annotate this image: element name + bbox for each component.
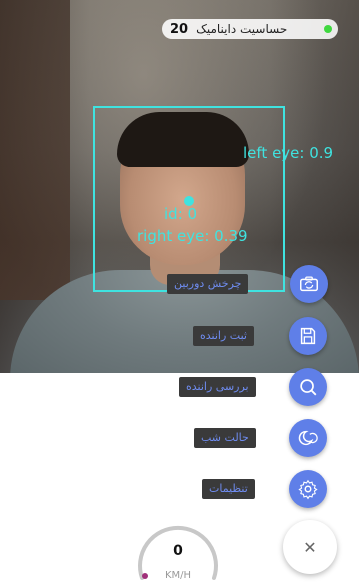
night-mode-icon xyxy=(298,430,318,446)
search-icon xyxy=(300,379,317,396)
sensitivity-label: حساسیت داینامیک xyxy=(196,22,288,36)
close-icon: ✕ xyxy=(303,537,317,557)
sensitivity-badge[interactable]: 20 حساسیت داینامیک xyxy=(162,19,338,39)
register-driver-label[interactable]: ثبت راننده xyxy=(193,326,254,346)
left-eye-label: left eye: 0.9 xyxy=(243,144,334,162)
rotate-camera-button[interactable] xyxy=(290,265,328,303)
face-id-label: id: 0 xyxy=(164,205,198,223)
speed-value: 0 xyxy=(173,543,183,559)
close-menu-button[interactable]: ✕ xyxy=(283,520,337,574)
night-mode-label[interactable]: حالت شب xyxy=(194,428,256,448)
save-icon xyxy=(300,327,316,345)
night-mode-button[interactable] xyxy=(289,419,327,457)
check-driver-button[interactable] xyxy=(289,368,327,406)
camera-rotate-icon xyxy=(300,276,318,292)
right-eye-label: right eye: 0.39 xyxy=(137,227,248,245)
speed-unit: KM/H xyxy=(164,570,192,581)
settings-label[interactable]: تنظیمات xyxy=(202,479,255,499)
camera-background-door xyxy=(0,0,70,300)
status-indicator-icon xyxy=(324,25,332,33)
settings-button[interactable] xyxy=(289,470,327,508)
sensitivity-value: 20 xyxy=(170,21,189,37)
check-driver-label[interactable]: بررسی راننده xyxy=(179,377,256,397)
settings-icon xyxy=(298,479,318,500)
register-driver-button[interactable] xyxy=(289,317,327,355)
rotate-camera-label[interactable]: چرخش دوربین xyxy=(167,274,249,294)
